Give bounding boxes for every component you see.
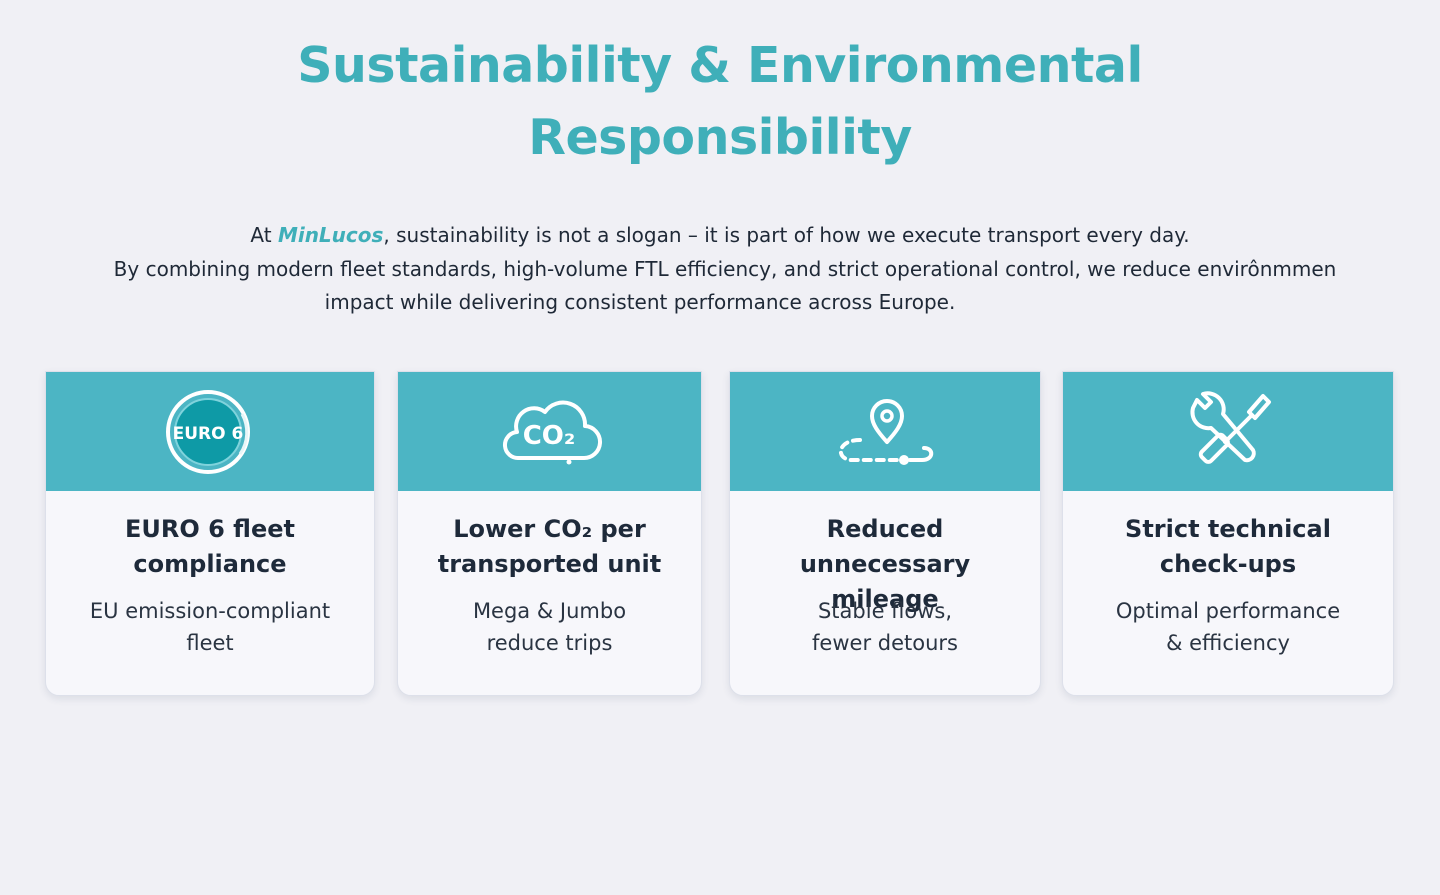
card-sub-line: reduce trips bbox=[486, 631, 613, 655]
card-title-line: check-ups bbox=[1159, 550, 1297, 578]
card-title-line: Reduced bbox=[826, 515, 944, 543]
card-title-line: transported unit bbox=[437, 550, 662, 578]
card-sub-line: Mega & Jumbo bbox=[472, 599, 627, 623]
intro-line-3: impact while delivering consistent perfo… bbox=[324, 290, 956, 314]
card-subtitle: Mega & Jumbo reduce trips bbox=[398, 595, 701, 659]
page-title: Sustainability & Environmental Responsib… bbox=[0, 30, 1440, 174]
intro-line-2: By combining modern fleet standards, hig… bbox=[113, 257, 1337, 281]
card-sub-line: & efficiency bbox=[1166, 631, 1290, 655]
card-sub-line: fewer detours bbox=[812, 631, 958, 655]
wrench-screwdriver-icon bbox=[1190, 390, 1271, 464]
intro-line-1: At MinLucos, sustainability is not a slo… bbox=[0, 218, 1440, 252]
card-title-line: Lower CO₂ per bbox=[453, 515, 646, 543]
card-header bbox=[730, 372, 1040, 491]
card-title: EURO 6 fleet compliance bbox=[46, 512, 374, 582]
card-sub-line: EU emission-compliant bbox=[89, 599, 331, 623]
card-subtitle: EU emission-compliant fleet bbox=[46, 595, 374, 659]
feature-card-mileage: Reduced unnecessary mileage Stable flows… bbox=[729, 371, 1041, 696]
card-title: Strict technical check-ups bbox=[1063, 512, 1393, 582]
card-header: CO₂ bbox=[398, 372, 701, 491]
svg-text:EURO 6: EURO 6 bbox=[173, 424, 244, 444]
card-title-line: Strict technical bbox=[1125, 515, 1331, 543]
card-title-line: EURO 6 fleet bbox=[125, 515, 295, 543]
card-title: Lower CO₂ per transported unit bbox=[398, 512, 701, 582]
card-subtitle: Optimal performance & efficiency bbox=[1063, 595, 1393, 659]
route-pin-icon bbox=[839, 398, 934, 465]
title-line-2: Responsibility bbox=[528, 109, 912, 166]
card-subtitle: Stable flows, fewer detours bbox=[730, 595, 1040, 659]
svg-text:CO₂: CO₂ bbox=[522, 421, 575, 451]
intro-suffix: , sustainability is not a slogan – it is… bbox=[383, 223, 1190, 247]
card-sub-line: Optimal performance bbox=[1115, 599, 1341, 623]
card-sub-line: fleet bbox=[186, 631, 234, 655]
card-header: EURO 6 bbox=[46, 372, 374, 491]
brand-name: MinLucos bbox=[277, 223, 384, 247]
card-sub-line: Stable flows, bbox=[817, 599, 953, 623]
card-header bbox=[1063, 372, 1393, 491]
feature-card-checkups: Strict technical check-ups Optimal perfo… bbox=[1062, 371, 1394, 696]
intro-prefix: At bbox=[250, 223, 278, 247]
feature-card-co2: CO₂ Lower CO₂ per transported unit Mega … bbox=[397, 371, 702, 696]
euro6-badge-icon: EURO 6 bbox=[166, 389, 250, 474]
card-title-line: compliance bbox=[133, 550, 287, 578]
feature-card-euro6: EURO 6 EURO 6 fleet compliance EU emissi… bbox=[45, 371, 375, 696]
co2-cloud-icon: CO₂ bbox=[502, 400, 602, 464]
title-line-1: Sustainability & Environmental bbox=[297, 37, 1143, 94]
